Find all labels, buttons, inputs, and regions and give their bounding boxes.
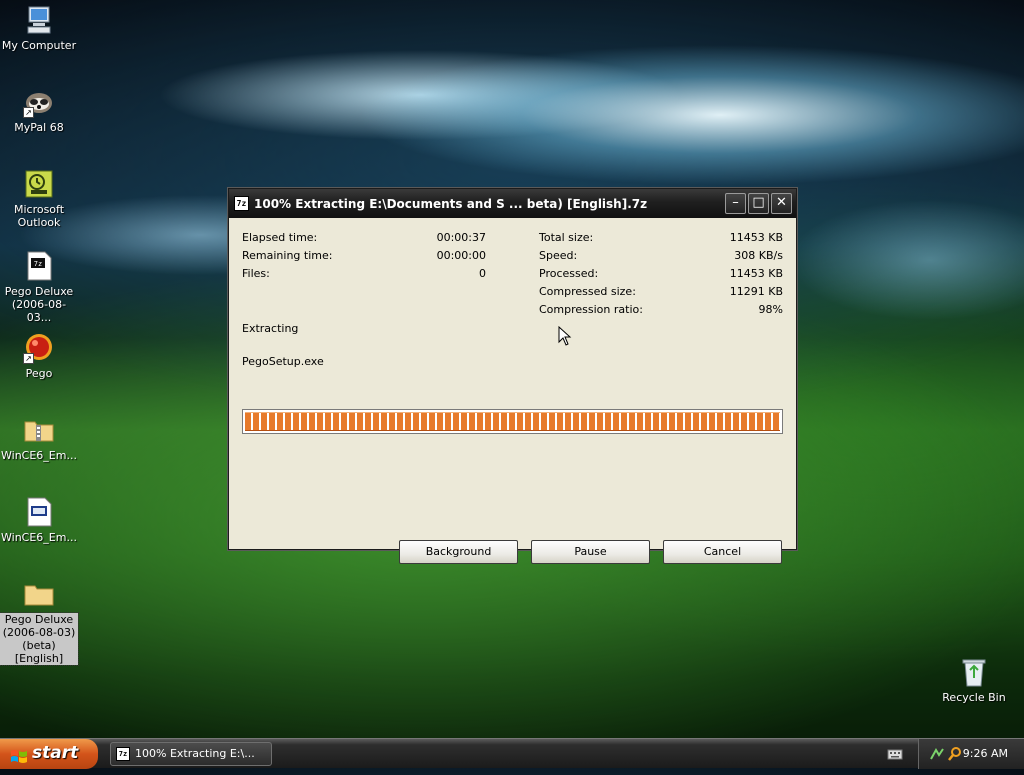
recycle-bin-icon (958, 656, 990, 688)
stat-total-size: Total size: 11453 KB (539, 231, 783, 245)
desktop-icon-outlook[interactable]: Microsoft Outlook (0, 168, 78, 229)
stat-label: Compression ratio: (539, 303, 643, 316)
stat-value: 98% (758, 303, 783, 316)
window-title: 100% Extracting E:\Documents and S ... b… (254, 196, 648, 211)
desktop-icon-label: Pego Deluxe (2006-08-03... (4, 285, 74, 324)
7z-file-icon: 7z (23, 250, 55, 282)
desktop-icon-wince6-file[interactable]: WinCE6_Em... (0, 496, 78, 544)
progress-fill (245, 412, 780, 431)
outlook-icon (23, 168, 55, 200)
clock[interactable]: 9:26 AM (963, 747, 1008, 760)
stat-processed: Processed: 11453 KB (539, 267, 783, 281)
desktop-icon-pego-deluxe-archive[interactable]: 7z Pego Deluxe (2006-08-03... (0, 250, 78, 324)
shortcut-arrow-icon: ↗ (23, 107, 34, 118)
shortcut-arrow-icon: ↗ (23, 353, 34, 364)
desktop-icon-mypal[interactable]: ↗ MyPal 68 (0, 86, 78, 134)
pego-ball-icon: ↗ (23, 332, 55, 364)
desktop-icon-label: MyPal 68 (14, 121, 64, 134)
maximize-button[interactable]: □ (748, 193, 769, 214)
document-icon (23, 496, 55, 528)
stat-compressed-size: Compressed size: 11291 KB (539, 285, 783, 299)
start-button[interactable]: start (0, 739, 98, 769)
stat-label: Files: (242, 267, 270, 280)
stat-elapsed-time: Elapsed time: 00:00:37 (242, 231, 486, 245)
desktop-icon-label: WinCE6_Em... (1, 449, 77, 462)
close-button[interactable]: ✕ (771, 193, 792, 214)
window-titlebar[interactable]: 7z 100% Extracting E:\Documents and S ..… (229, 189, 796, 218)
stat-label: Processed: (539, 267, 599, 280)
mouse-cursor-icon (558, 325, 572, 349)
taskbar-item-extracting[interactable]: 7z 100% Extracting E:\... (110, 742, 272, 766)
network-icon[interactable] (929, 746, 945, 765)
start-label: start (32, 743, 79, 763)
current-file-name: PegoSetup.exe (242, 355, 324, 368)
keyboard-icon[interactable] (887, 747, 903, 764)
stat-value: 308 KB/s (734, 249, 783, 262)
desktop-icon-label: My Computer (1, 39, 77, 52)
stat-speed: Speed: 308 KB/s (539, 249, 783, 263)
desktop-icon-pego[interactable]: ↗ Pego (0, 332, 78, 380)
stat-label: Elapsed time: (242, 231, 318, 244)
desktop-icon-label: Microsoft Outlook (13, 203, 65, 229)
desktop-icon-recycle-bin[interactable]: Recycle Bin (935, 656, 1013, 704)
stat-value: 00:00:00 (436, 249, 486, 262)
stat-value: 11453 KB (729, 231, 783, 244)
stat-compression-ratio: Compression ratio: 98% (539, 303, 783, 317)
cancel-button[interactable]: Cancel (663, 540, 782, 564)
zip-folder-icon (23, 414, 55, 446)
folder-icon (23, 578, 55, 610)
desktop-icon-label: WinCE6_Em... (1, 531, 77, 544)
svg-text:7z: 7z (34, 260, 42, 268)
background-button[interactable]: Background (399, 540, 518, 564)
stat-value: 11453 KB (729, 267, 783, 280)
status-text: Extracting (242, 322, 299, 335)
desktop-icon-pego-deluxe-folder[interactable]: Pego Deluxe (2006-08-03) (beta) [English… (0, 578, 79, 666)
raccoon-icon: ↗ (23, 86, 55, 118)
system-tray: 9:26 AM (918, 739, 1024, 769)
stat-files: Files: 0 (242, 267, 486, 281)
taskbar: start 7z 100% Extracting E:\... 9:26 AM (0, 738, 1024, 769)
windows-flag-icon (10, 746, 28, 775)
7z-app-icon: 7z (234, 196, 249, 211)
stat-label: Total size: (539, 231, 594, 244)
desktop-icon-label: Pego (25, 367, 53, 380)
window-content: Elapsed time: 00:00:37 Remaining time: 0… (229, 218, 796, 564)
pause-button[interactable]: Pause (531, 540, 650, 564)
desktop-icon-my-computer[interactable]: My Computer (0, 4, 78, 52)
stat-remaining-time: Remaining time: 00:00:00 (242, 249, 486, 263)
extract-progress-bar (242, 409, 783, 434)
desktop-icon-label: Pego Deluxe (2006-08-03) (beta) [English… (0, 612, 79, 666)
computer-icon (23, 4, 55, 36)
minimize-button[interactable]: – (725, 193, 746, 214)
desktop-icon-label: Recycle Bin (942, 691, 1006, 704)
7z-app-icon: 7z (116, 747, 130, 761)
desktop-icon-wince6-zip[interactable]: WinCE6_Em... (0, 414, 78, 462)
stat-value: 00:00:37 (436, 231, 486, 244)
taskbar-item-label: 100% Extracting E:\... (135, 747, 255, 760)
stat-label: Speed: (539, 249, 578, 262)
stat-value: 11291 KB (729, 285, 783, 298)
search-icon[interactable] (947, 746, 963, 765)
stat-label: Remaining time: (242, 249, 333, 262)
stat-value: 0 (479, 267, 486, 280)
stat-label: Compressed size: (539, 285, 636, 298)
extract-progress-window: 7z 100% Extracting E:\Documents and S ..… (228, 188, 797, 564)
